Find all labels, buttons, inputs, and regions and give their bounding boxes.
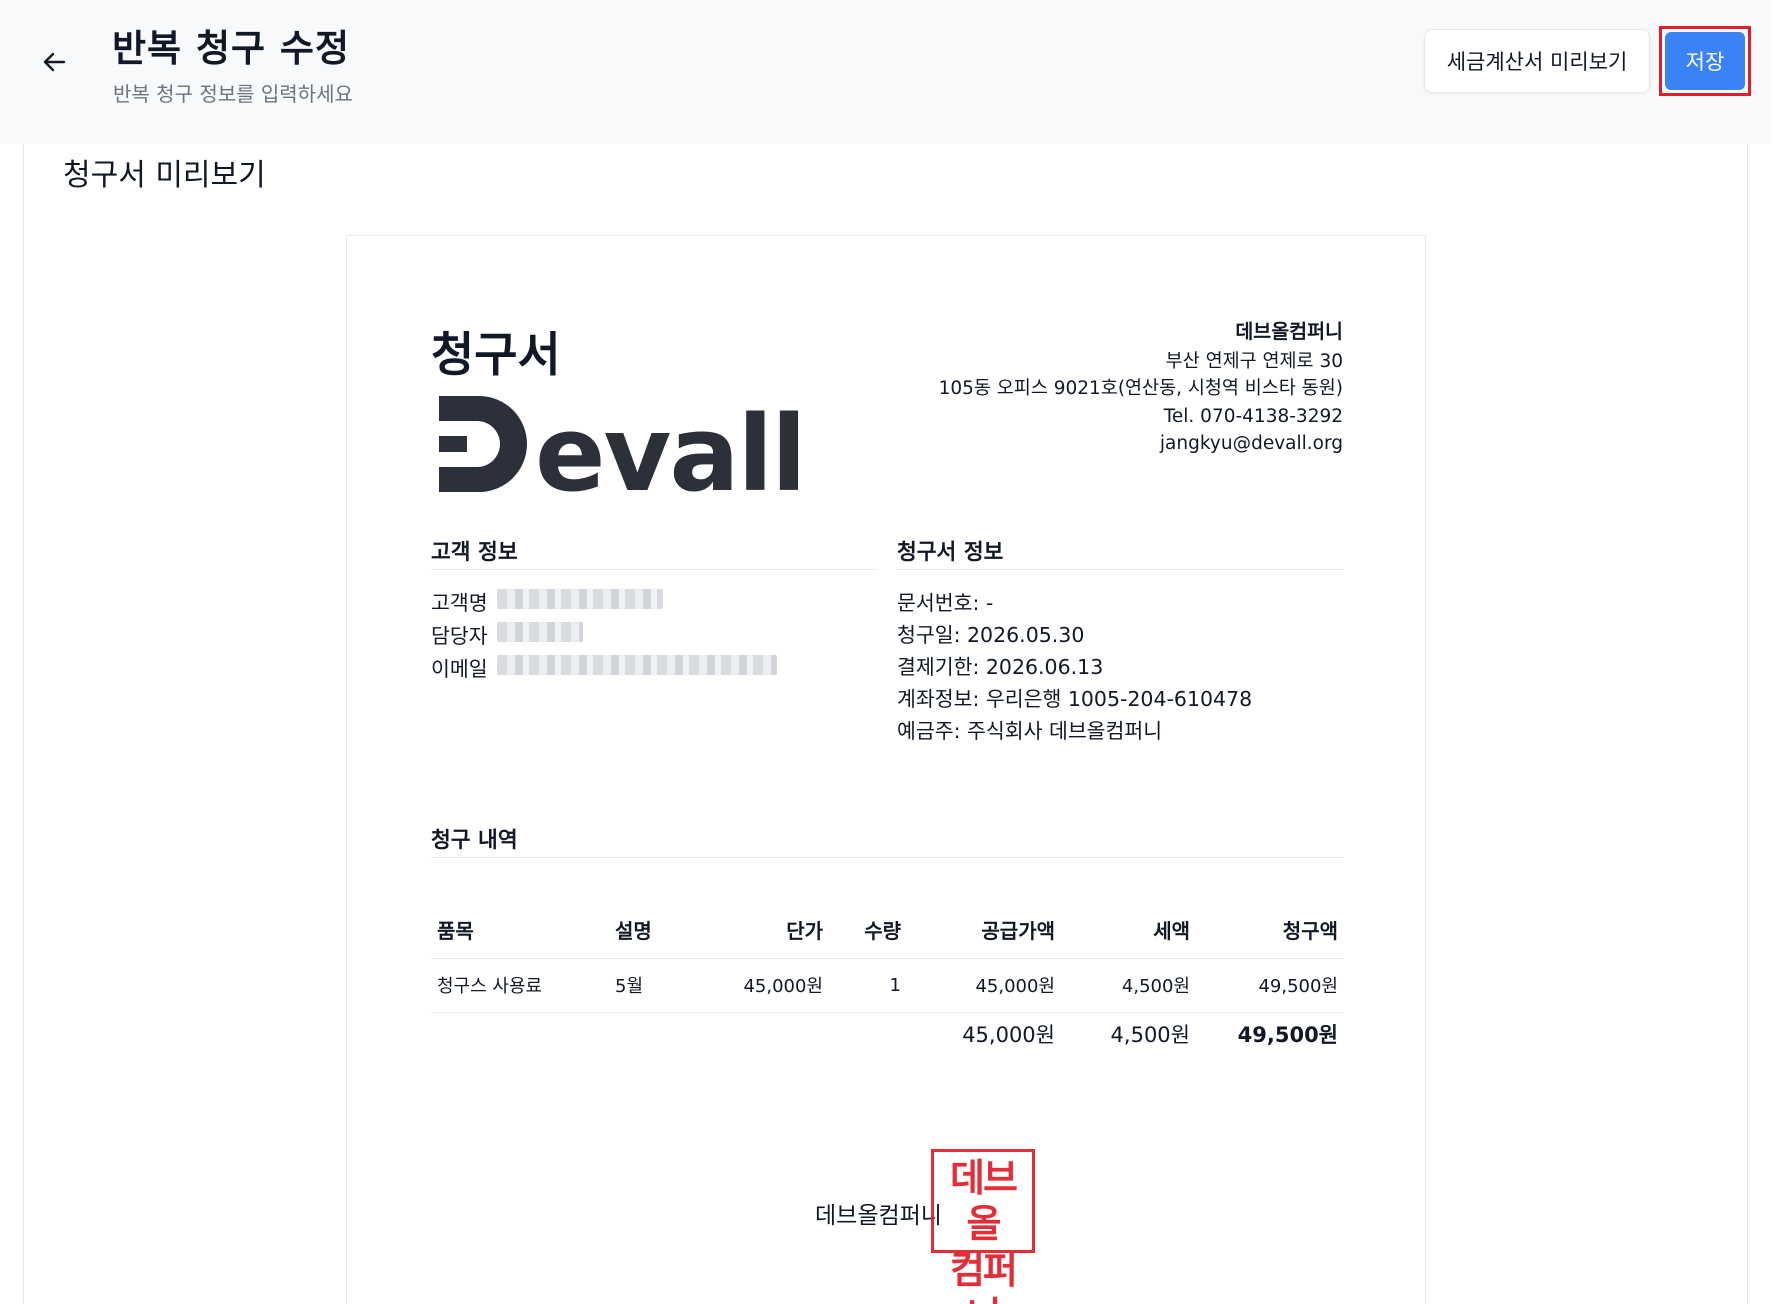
customer-manager-label: 담당자 xyxy=(431,624,488,648)
company-tel: Tel. 070-4138-3292 xyxy=(1163,405,1343,427)
company-address-1: 부산 연제구 연제로 30 xyxy=(1165,350,1343,372)
company-address-2: 105동 오피스 9021호(연산동, 시청역 비스타 동원) xyxy=(938,378,1343,399)
table-header-row: 품목 설명 단가 수량 공급가액 세액 청구액 xyxy=(431,901,1344,959)
svg-text:evall: evall xyxy=(535,394,805,494)
billing-amount-cell: 49,500원 xyxy=(1196,958,1344,1013)
customer-name-redacted xyxy=(497,589,663,609)
company-email: jangkyu@devall.org xyxy=(1159,433,1343,454)
company-name: 데브올컴퍼니 xyxy=(1235,320,1343,343)
customer-email-label: 이메일 xyxy=(431,657,488,681)
invoice-sheet: 청구서 evall 데브올컴퍼니 부산 연제구 연제로 30 105동 오피스 … xyxy=(346,235,1426,1304)
arrow-left-icon xyxy=(43,52,66,72)
panel-title: 청구서 미리보기 xyxy=(63,158,266,193)
column-header: 품목 xyxy=(431,901,609,959)
item-name-cell: 청구스 사용료 xyxy=(431,958,609,1013)
divider xyxy=(431,569,877,570)
invoice-preview-panel: 청구서 미리보기 청구서 evall 데브올컴퍼니 부산 연제구 연제로 30 … xyxy=(23,144,1748,1304)
page-subtitle: 반복 청구 정보를 입력하세요 xyxy=(113,82,353,106)
document-number: 문서번호: - xyxy=(897,591,994,615)
issue-date: 청구일: 2026.05.30 xyxy=(897,623,1085,647)
divider xyxy=(897,569,1344,570)
column-header: 공급가액 xyxy=(907,901,1061,959)
total-supply-amount: 45,000원 xyxy=(962,1023,1055,1048)
save-button-highlight: 저장 xyxy=(1659,26,1751,96)
signature-company-name: 데브올컴퍼니 xyxy=(815,1203,942,1229)
tax-invoice-preview-button[interactable]: 세금계산서 미리보기 xyxy=(1424,29,1650,93)
table-row: 청구스 사용료 5월 45,000원 1 45,000원 4,500원 49,5… xyxy=(431,958,1344,1013)
account-holder: 예금주: 주식회사 데브올컴퍼니 xyxy=(897,719,1163,743)
stamp-line-1: 데브올 xyxy=(950,1156,1018,1246)
customer-name-label: 고객명 xyxy=(431,591,488,615)
total-tax-amount: 4,500원 xyxy=(1110,1023,1190,1048)
invoice-title: 청구서 xyxy=(431,328,561,383)
billing-items-table: 품목 설명 단가 수량 공급가액 세액 청구액 청구스 사용료 5월 45,00… xyxy=(431,901,1344,1056)
invoice-info-heading: 청구서 정보 xyxy=(897,540,1004,565)
top-header: 반복 청구 수정 반복 청구 정보를 입력하세요 세금계산서 미리보기 저장 xyxy=(0,0,1771,144)
tax-amount-cell: 4,500원 xyxy=(1061,958,1196,1013)
due-date: 결제기한: 2026.06.13 xyxy=(897,655,1104,679)
customer-manager-redacted xyxy=(497,622,583,642)
column-header: 설명 xyxy=(609,901,719,959)
item-description-cell: 5월 xyxy=(609,958,719,1013)
account-info: 계좌정보: 우리은행 1005-204-610478 xyxy=(897,687,1253,711)
column-header: 세액 xyxy=(1061,901,1196,959)
company-info: 데브올컴퍼니 부산 연제구 연제로 30 105동 오피스 9021호(연산동,… xyxy=(939,318,1343,458)
save-button[interactable]: 저장 xyxy=(1665,32,1745,90)
supply-amount-cell: 45,000원 xyxy=(907,958,1061,1013)
page-title: 반복 청구 수정 xyxy=(112,27,351,70)
divider xyxy=(431,857,1344,858)
grand-total-amount: 49,500원 xyxy=(1237,1023,1338,1048)
company-seal-stamp: 데브올 컴퍼니 xyxy=(931,1149,1035,1304)
totals-row: 45,000원 4,500원 49,500원 xyxy=(431,1012,1344,1056)
stamp-line-2: 컴퍼니 xyxy=(950,1248,1018,1304)
quantity-cell: 1 xyxy=(829,958,907,1013)
devall-logo: evall xyxy=(439,394,807,494)
customer-email-redacted xyxy=(497,655,777,675)
unit-price-cell: 45,000원 xyxy=(719,958,829,1013)
customer-info-heading: 고객 정보 xyxy=(431,540,518,565)
column-header: 청구액 xyxy=(1196,901,1344,959)
billing-items-heading: 청구 내역 xyxy=(431,828,518,853)
back-button[interactable] xyxy=(36,44,72,80)
column-header: 단가 xyxy=(719,901,829,959)
column-header: 수량 xyxy=(829,901,907,959)
